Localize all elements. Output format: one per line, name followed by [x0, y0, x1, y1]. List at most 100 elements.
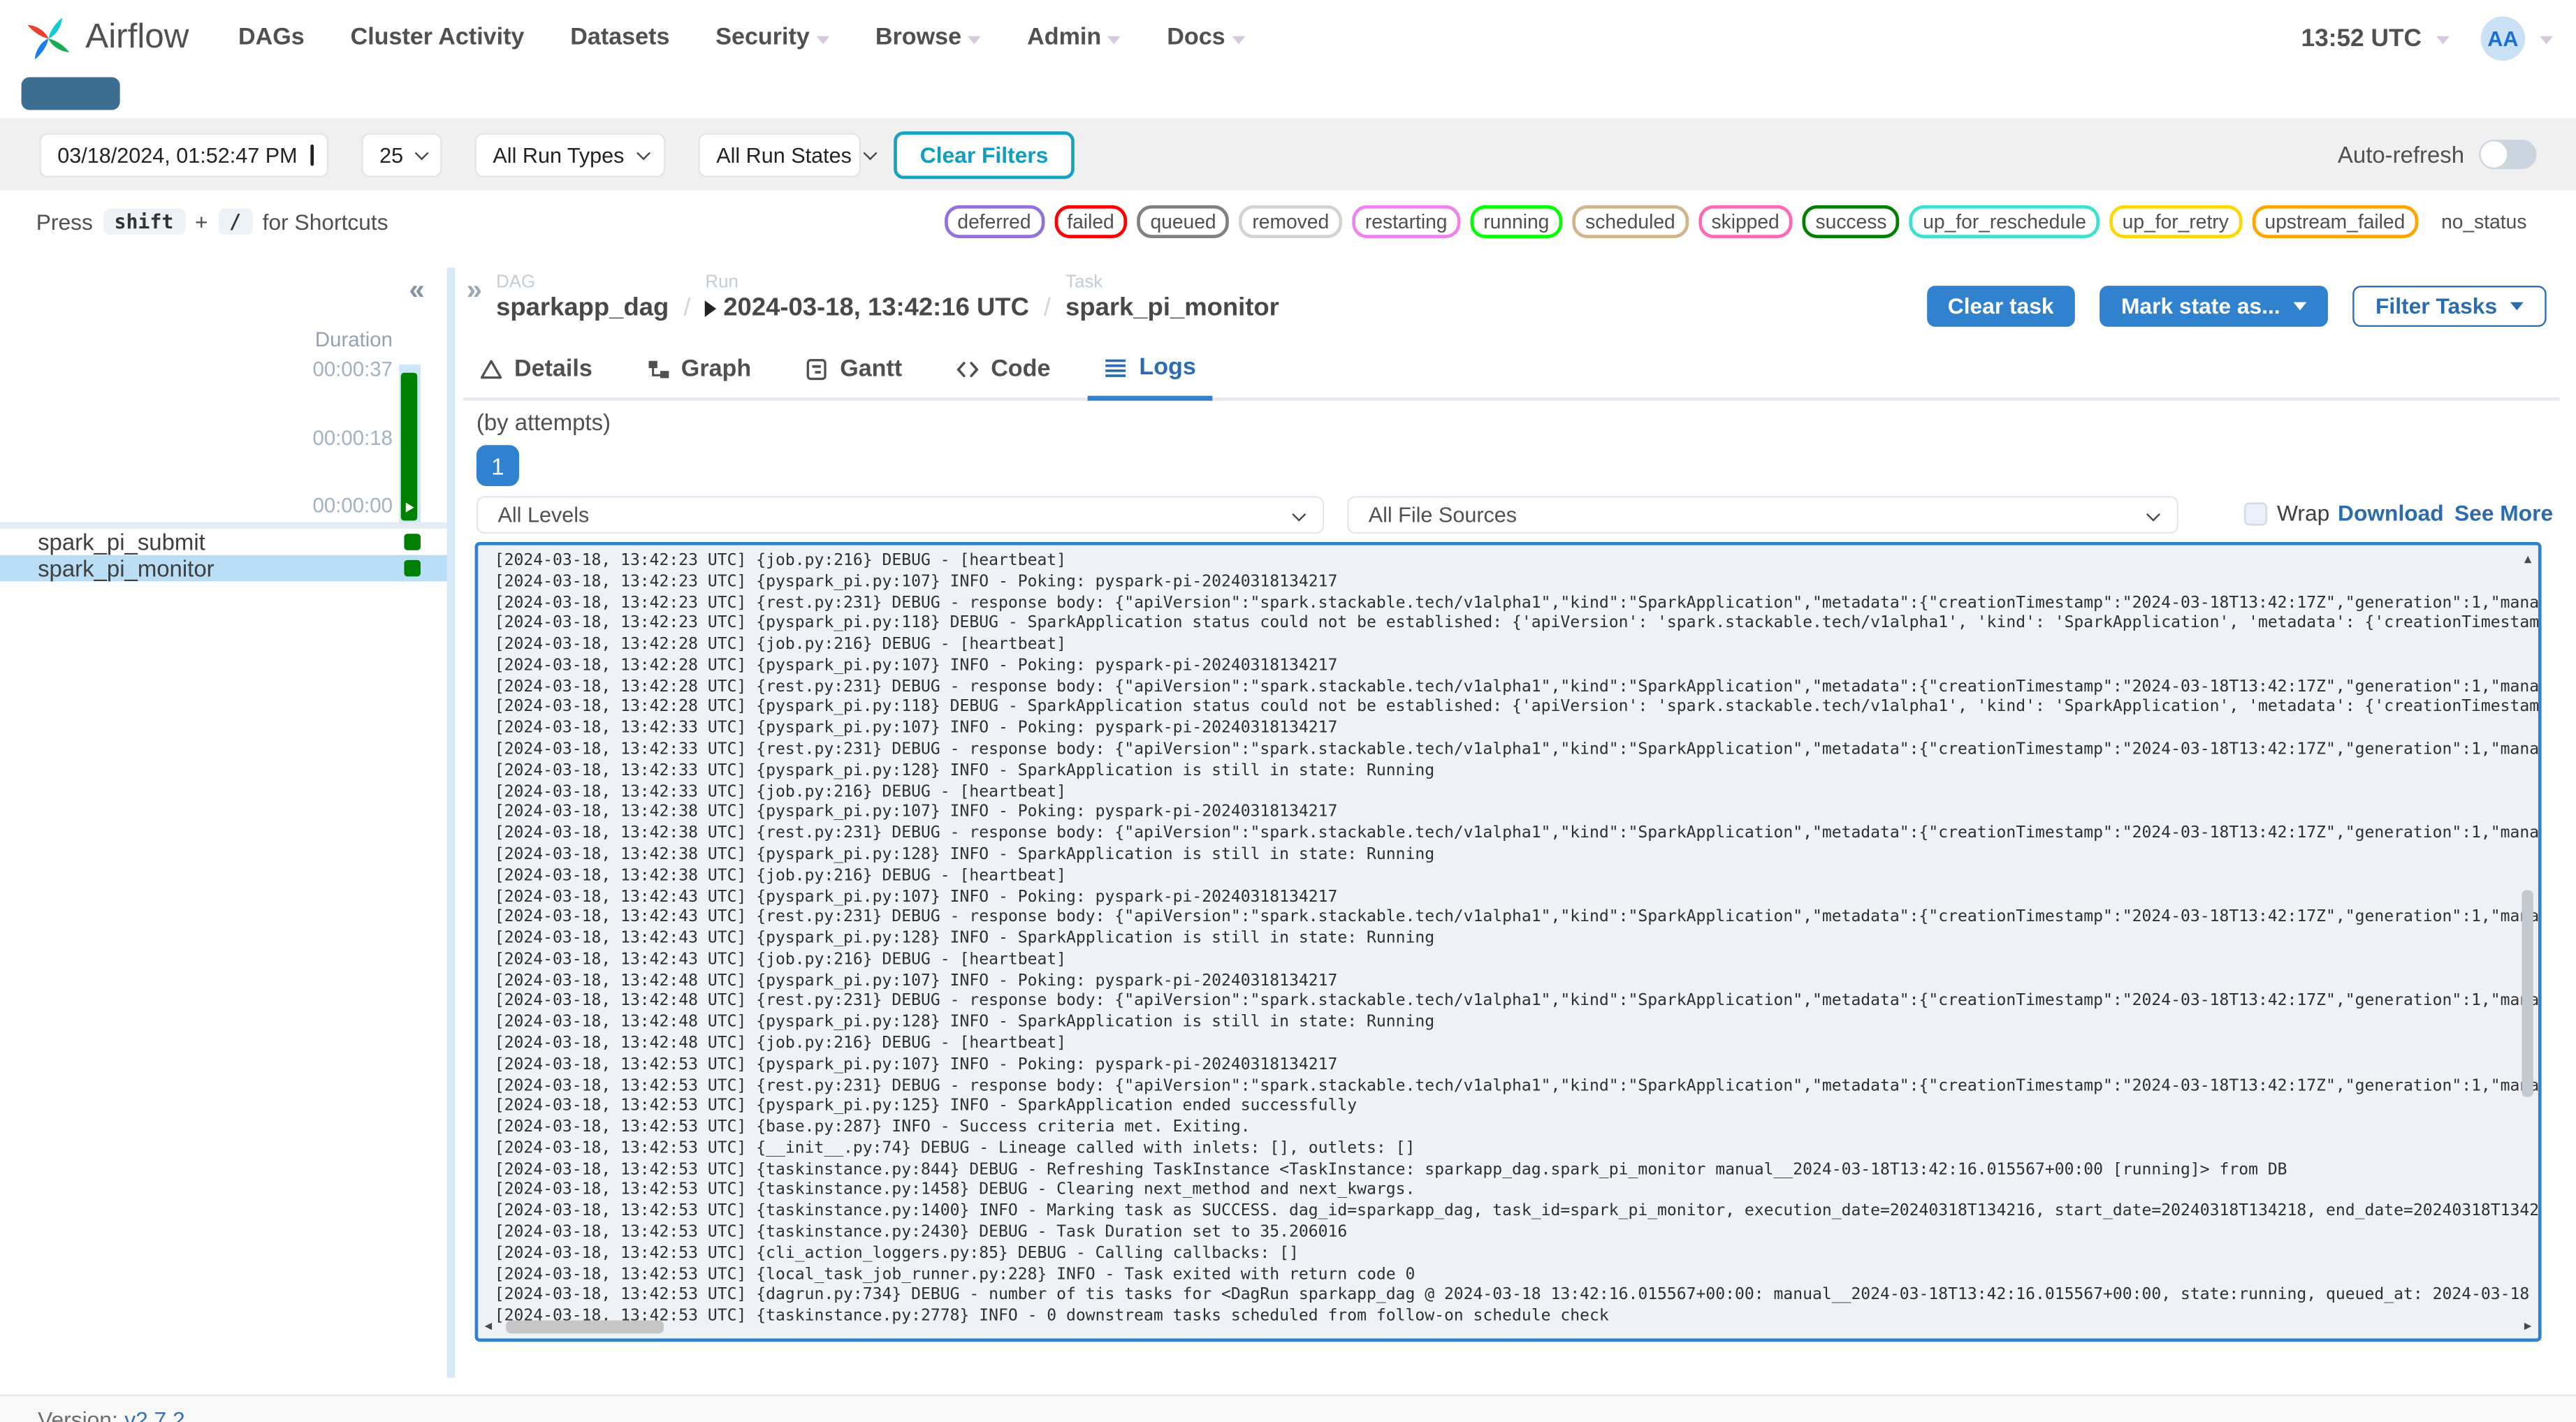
vertical-scrollbar-thumb[interactable]	[2522, 890, 2533, 1097]
wrap-checkbox[interactable]	[2244, 501, 2267, 525]
manual-run-play-icon	[405, 502, 414, 513]
state-badge[interactable]: running	[1470, 205, 1563, 238]
nav-security[interactable]: Security	[715, 24, 830, 51]
nav-dags[interactable]: DAGs	[238, 24, 305, 51]
nav-menu: DAGs Cluster Activity Datasets Security …	[238, 24, 1245, 51]
duration-tick: 00:00:37	[312, 358, 393, 381]
log-panel[interactable]: [2024-03-18, 13:42:23 UTC] {job.py:216} …	[474, 541, 2542, 1342]
clear-task-button[interactable]: Clear task	[1926, 286, 2076, 327]
state-badge[interactable]: queued	[1137, 205, 1230, 238]
log-line: [2024-03-18, 13:42:53 UTC] {local_task_j…	[494, 1265, 1416, 1284]
tab-logs[interactable]: Logs	[1088, 346, 1213, 401]
run-types-select[interactable]: All Run Types	[474, 132, 666, 177]
logs-icon	[1106, 359, 1126, 377]
run-states-select[interactable]: All Run States	[698, 132, 878, 177]
task-state-square-success[interactable]	[404, 534, 421, 550]
state-badge[interactable]: skipped	[1698, 205, 1793, 238]
by-attempts-label: (by attempts)	[476, 409, 611, 436]
state-badge[interactable]: up_for_reschedule	[1909, 205, 2100, 238]
mark-state-button[interactable]: Mark state as...	[2100, 286, 2328, 327]
airflow-pinwheel-icon	[27, 17, 70, 59]
duration-axis-label: Duration	[314, 328, 393, 352]
tab-code[interactable]: Code	[940, 346, 1067, 397]
state-badge[interactable]: scheduled	[1572, 205, 1689, 238]
state-badge[interactable]: success	[1802, 205, 1900, 238]
see-more-link[interactable]: See More	[2454, 501, 2553, 525]
chevron-down-icon	[1232, 35, 1245, 44]
file-source-select[interactable]: All File Sources	[1347, 496, 2178, 534]
collapse-sidebar-icon[interactable]: «	[409, 274, 424, 307]
log-line: [2024-03-18, 13:42:53 UTC] {taskinstance…	[494, 1223, 1348, 1242]
log-line: [2024-03-18, 13:42:23 UTC] {pyspark_pi.p…	[494, 615, 2540, 633]
log-line: [2024-03-18, 13:42:38 UTC] {pyspark_pi.p…	[494, 803, 1338, 822]
detail-tabs: Details Graph Gantt Code Logs	[463, 346, 2560, 401]
shortcut-legend-row: Press shift + / for Shortcuts deferred fa…	[0, 193, 2576, 249]
state-badge[interactable]: restarting	[1352, 205, 1461, 238]
log-line: [2024-03-18, 13:42:53 UTC] {rest.py:231}…	[494, 1076, 2540, 1095]
log-lines: [2024-03-18, 13:42:23 UTC] {job.py:216} …	[495, 552, 2538, 1328]
expand-panel-icon[interactable]: »	[467, 274, 482, 307]
airflow-logo[interactable]: Airflow	[23, 13, 189, 64]
breadcrumb-separator: /	[1044, 293, 1051, 322]
log-line: [2024-03-18, 13:42:48 UTC] {rest.py:231}…	[494, 992, 2540, 1011]
log-line: [2024-03-18, 13:42:23 UTC] {rest.py:231}…	[494, 594, 2540, 613]
state-badge[interactable]: deferred	[944, 205, 1045, 238]
breadcrumb-task[interactable]: Task spark_pi_monitor	[1065, 272, 1279, 323]
auto-refresh-toggle[interactable]	[2479, 139, 2537, 170]
task-row-spark-pi-monitor[interactable]: spark_pi_monitor	[0, 555, 449, 582]
state-badge[interactable]: up_for_retry	[2109, 205, 2242, 238]
state-legend: deferred failed queued removed restarting run…	[944, 205, 2540, 238]
task-row-spark-pi-submit[interactable]: spark_pi_submit	[0, 529, 449, 555]
date-filter-input[interactable]: 03/18/2024, 01:52:47 PM	[39, 132, 329, 177]
tab-graph[interactable]: Graph	[630, 346, 768, 397]
log-line: [2024-03-18, 13:42:33 UTC] {job.py:216} …	[494, 782, 1067, 801]
nav-cluster-activity[interactable]: Cluster Activity	[351, 24, 525, 51]
airflow-app: Airflow DAGs Cluster Activity Datasets S…	[0, 0, 2576, 1422]
chevron-down-icon[interactable]	[2540, 35, 2554, 44]
nav-admin[interactable]: Admin	[1027, 24, 1121, 51]
scroll-up-icon[interactable]: ▴	[2524, 551, 2532, 566]
log-line: [2024-03-18, 13:42:38 UTC] {job.py:216} …	[494, 866, 1067, 885]
scrolled-partial-button[interactable]	[21, 77, 120, 110]
run-duration-bar[interactable]	[400, 372, 418, 521]
tab-gantt[interactable]: Gantt	[789, 346, 918, 397]
panel-divider[interactable]	[446, 267, 456, 1378]
log-line: [2024-03-18, 13:42:53 UTC] {taskinstance…	[494, 1202, 2542, 1221]
state-badge[interactable]: removed	[1239, 205, 1342, 238]
log-level-select[interactable]: All Levels	[476, 496, 1325, 534]
chevron-down-icon[interactable]	[2436, 35, 2450, 44]
log-line: [2024-03-18, 13:42:53 UTC] {taskinstance…	[494, 1307, 1609, 1326]
auto-refresh-control: Auto-refresh	[2338, 139, 2537, 170]
log-line: [2024-03-18, 13:42:53 UTC] {dagrun.py:73…	[494, 1286, 2530, 1305]
utc-clock[interactable]: 13:52 UTC	[2301, 24, 2421, 52]
horizontal-scrollbar-thumb[interactable]	[506, 1320, 664, 1334]
breadcrumb-dag[interactable]: DAG sparkapp_dag	[496, 272, 669, 323]
log-line: [2024-03-18, 13:42:53 UTC] {cli_action_l…	[494, 1244, 1299, 1263]
graph-icon	[648, 360, 669, 378]
state-badge[interactable]: failed	[1054, 205, 1128, 238]
nav-datasets[interactable]: Datasets	[570, 24, 669, 51]
log-line: [2024-03-18, 13:42:48 UTC] {pyspark_pi.p…	[494, 972, 1338, 990]
clear-filters-button[interactable]: Clear Filters	[894, 130, 1075, 179]
page-size-select[interactable]: 25	[361, 132, 442, 177]
nav-browse[interactable]: Browse	[875, 24, 982, 51]
task-state-square-success[interactable]	[404, 559, 421, 577]
filter-tasks-button[interactable]: Filter Tasks	[2352, 286, 2547, 327]
top-navbar: Airflow DAGs Cluster Activity Datasets S…	[0, 0, 2576, 76]
nav-docs[interactable]: Docs	[1167, 24, 1245, 51]
breadcrumb-run[interactable]: Run 2024-03-18, 13:42:16 UTC	[705, 272, 1029, 323]
scroll-left-icon[interactable]: ◂	[485, 1318, 493, 1333]
state-badge[interactable]: no_status	[2428, 205, 2540, 238]
download-link[interactable]: Download	[2338, 501, 2444, 525]
tab-details[interactable]: Details	[463, 346, 609, 397]
scroll-right-icon[interactable]: ▸	[2524, 1318, 2532, 1333]
state-badge[interactable]: upstream_failed	[2251, 205, 2419, 238]
calendar-icon[interactable]	[310, 143, 314, 166]
nav-right: 13:52 UTC AA	[2301, 15, 2554, 60]
avatar[interactable]: AA	[2480, 15, 2526, 60]
log-line: [2024-03-18, 13:42:53 UTC] {base.py:287}…	[494, 1118, 1251, 1137]
attempt-1-button[interactable]: 1	[476, 445, 520, 487]
wrap-control[interactable]: Wrap	[2244, 501, 2329, 525]
log-line: [2024-03-18, 13:42:28 UTC] {job.py:216} …	[494, 636, 1067, 654]
version-link[interactable]: v2.7.2	[124, 1407, 184, 1422]
